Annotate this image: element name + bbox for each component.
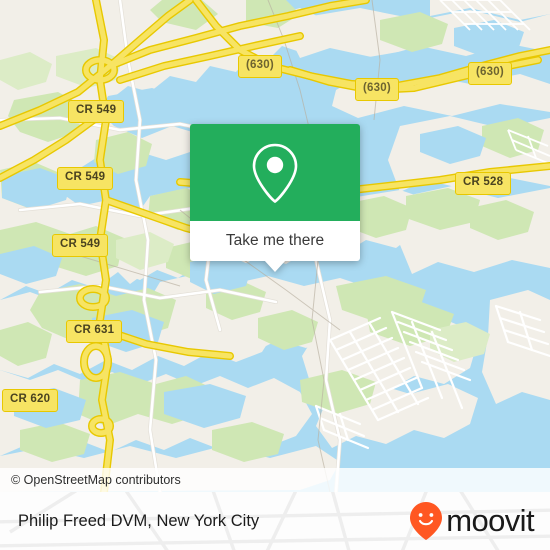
moovit-wordmark: moovit xyxy=(446,503,534,538)
road-shield: CR 528 xyxy=(455,172,512,195)
road-shield: (630) xyxy=(238,55,282,78)
road-shield: CR 549 xyxy=(57,167,114,190)
footer-bar: Philip Freed DVM, New York City moovit xyxy=(0,492,550,550)
popup-pointer xyxy=(264,260,286,272)
place-title: Philip Freed DVM, New York City xyxy=(18,511,260,530)
map-pin-icon xyxy=(252,143,298,203)
road-shield: CR 620 xyxy=(2,389,59,412)
moovit-map-page: (630) (630) (630) CR 549 CR 549 CR 549 CR 528 C… xyxy=(0,0,550,550)
road-shield: CR 631 xyxy=(66,320,123,343)
road-shield: CR 549 xyxy=(52,234,109,257)
map-attribution-bar: © OpenStreetMap contributors xyxy=(0,468,550,492)
popup-header xyxy=(190,124,360,221)
osm-attribution-text: © OpenStreetMap contributors xyxy=(11,473,181,487)
take-me-there-label: Take me there xyxy=(225,232,325,249)
map-viewport[interactable]: (630) (630) (630) CR 549 CR 549 CR 549 CR 528 C… xyxy=(0,0,550,492)
location-popup[interactable]: Take me there xyxy=(190,124,360,272)
popup-footer[interactable]: Take me there xyxy=(190,221,360,272)
road-shield: CR 549 xyxy=(68,100,125,123)
moovit-logo[interactable]: moovit xyxy=(409,501,535,541)
road-shield: (630) xyxy=(355,78,399,101)
road-shield: (630) xyxy=(468,62,512,85)
moovit-pin-smiley-icon xyxy=(410,502,443,540)
